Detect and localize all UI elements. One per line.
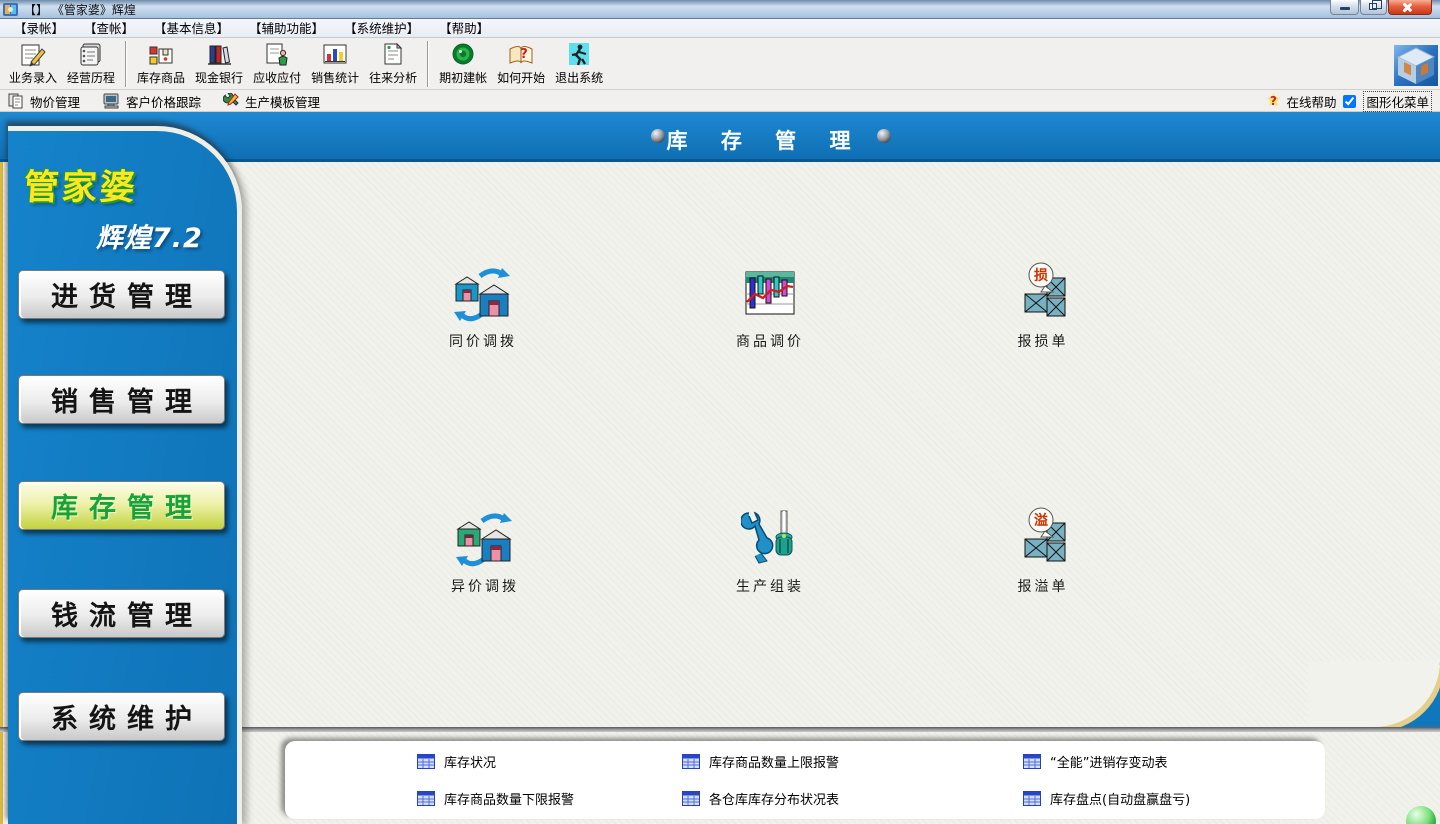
toolbar-button-history[interactable]: 经营历程: [62, 41, 120, 86]
toolbar-button-how-to-start[interactable]: ? 如何开始: [492, 41, 550, 86]
app-icon: [3, 2, 19, 17]
warehouse-transfer-diff-icon: [454, 509, 516, 569]
sidebar-item-sales-management[interactable]: 销售管理: [18, 375, 225, 424]
menu-query[interactable]: 【查帐】: [74, 17, 144, 39]
restore-button[interactable]: [1360, 0, 1387, 15]
cash-bank-icon: [205, 41, 233, 68]
svg-text:损: 损: [1034, 267, 1048, 284]
toolbar2-right-group: ? 在线帮助 图形化菜单: [1266, 91, 1432, 112]
menu-bar: 【录帐】 【查帐】 【基本信息】 【辅助功能】 【系统维护】 【帮助】: [0, 19, 1440, 38]
analysis-doc-icon: [379, 41, 407, 68]
rounded-corner-decoration: [1308, 661, 1440, 727]
sphere-icon: [877, 129, 891, 143]
pages-icon: [8, 93, 25, 109]
window-title: 【】 《管家婆》辉煌: [24, 1, 136, 18]
toolbar-button-receivable-payable[interactable]: 应收应付: [248, 41, 306, 86]
online-help-button[interactable]: ? 在线帮助: [1266, 92, 1336, 111]
toolbar-button-stock-goods[interactable]: 库存商品: [132, 41, 190, 86]
menu-system-maintain[interactable]: 【系统维护】: [334, 17, 429, 39]
function-goods-price-adjust[interactable]: 商品调价: [700, 264, 840, 351]
main-toolbar: 业务录入 经营历程 库存商品 现金银行: [0, 38, 1440, 90]
function-production-assembly[interactable]: 生产组装: [700, 509, 840, 596]
warehouse-transfer-same-icon: [452, 264, 514, 324]
loss-boxes-icon: 损: [1013, 260, 1073, 324]
function-loss-report[interactable]: 损 报损单: [973, 260, 1113, 351]
table-icon: [417, 754, 435, 769]
exit-running-icon: [565, 41, 593, 68]
svg-text:?: ?: [1270, 94, 1277, 108]
table-icon: [1023, 791, 1041, 806]
function-overflow-report[interactable]: 溢 报溢单: [973, 505, 1113, 596]
svg-text:溢: 溢: [1034, 512, 1048, 529]
tools-pencil-icon: [223, 93, 240, 109]
table-icon: [682, 791, 700, 806]
toolbar-separator: [125, 41, 127, 87]
overflow-boxes-icon: 溢: [1013, 505, 1073, 569]
receivable-payable-icon: [263, 41, 291, 68]
minimize-icon: [1340, 7, 1350, 10]
table-icon: [417, 791, 435, 806]
brand-logo-version: 辉煌7.2: [96, 216, 237, 255]
close-button[interactable]: [1388, 0, 1432, 15]
toolbar-button-production-template[interactable]: 生产模板管理: [223, 92, 320, 111]
sphere-icon: [651, 129, 665, 143]
graphic-menu-label[interactable]: 图形化菜单: [1363, 91, 1432, 112]
svg-text:?: ?: [520, 47, 528, 62]
green-sphere-icon: [1406, 806, 1436, 824]
menu-help[interactable]: 【帮助】: [429, 17, 499, 39]
window-controls: [1330, 0, 1432, 15]
graphic-menu-checkbox[interactable]: [1343, 95, 1356, 108]
secondary-toolbar: 物价管理 客户价格跟踪 生产模板管理 ? 在线帮助 图形化菜单: [0, 91, 1440, 112]
init-account-icon: [449, 41, 477, 68]
toolbar-button-business-entry[interactable]: 业务录入: [4, 41, 62, 86]
report-link-stocktaking[interactable]: 库存盘点(自动盘赢盘亏): [1023, 789, 1190, 808]
table-icon: [1023, 754, 1041, 769]
report-link-stock-status[interactable]: 库存状况: [417, 752, 496, 771]
menu-record[interactable]: 【录帐】: [4, 17, 74, 39]
page-title: 库 存 管 理: [667, 125, 864, 155]
sidebar-item-purchase-management[interactable]: 进货管理: [18, 270, 225, 319]
restore-icon: [1369, 3, 1377, 10]
cube-logo-icon: [1394, 45, 1438, 86]
app-area: 库 存 管 理: [0, 112, 1440, 824]
function-same-price-transfer[interactable]: 同价调拨: [413, 264, 553, 351]
howto-book-icon: ?: [507, 41, 535, 68]
sidebar-item-cashflow-management[interactable]: 钱流管理: [18, 589, 225, 638]
toolbar-button-exit-system[interactable]: 退出系统: [550, 41, 608, 86]
assembly-tools-icon: [741, 509, 799, 569]
report-link-allpower-change-table[interactable]: “全能”进销存变动表: [1023, 752, 1167, 771]
table-icon: [682, 754, 700, 769]
toolbar-separator: [427, 41, 429, 87]
monitor-icon: [102, 93, 121, 109]
toolbar-button-init-account[interactable]: 期初建帐: [434, 41, 492, 86]
report-link-upper-limit-alarm[interactable]: 库存商品数量上限报警: [682, 752, 839, 771]
report-panel: 库存状况 库存商品数量上限报警 “全能”进销存变动表: [285, 741, 1325, 819]
report-link-lower-limit-alarm[interactable]: 库存商品数量下限报警: [417, 789, 574, 808]
brand-logo: 管家婆 辉煌7.2: [8, 131, 237, 255]
question-help-icon: ?: [1266, 93, 1281, 109]
menu-aux-功能[interactable]: 【辅助功能】: [239, 17, 334, 39]
function-diff-price-transfer[interactable]: 异价调拨: [415, 509, 555, 596]
sales-chart-icon: [321, 41, 349, 68]
minimize-button[interactable]: [1330, 0, 1359, 15]
menu-basic-info[interactable]: 【基本信息】: [144, 17, 239, 39]
sidebar-item-inventory-management[interactable]: 库存管理: [18, 481, 225, 530]
toolbar-button-customer-price-tracking[interactable]: 客户价格跟踪: [102, 92, 201, 111]
toolbar-button-sales-stats[interactable]: 销售统计: [306, 41, 364, 86]
sidebar-item-system-maintenance[interactable]: 系统维护: [18, 692, 225, 741]
notepad-pencil-icon: [19, 41, 47, 68]
brand-logo-name: 管家婆: [22, 159, 239, 210]
report-link-warehouse-distribution[interactable]: 各仓库库存分布状况表: [682, 789, 839, 808]
stock-boxes-icon: [147, 41, 175, 68]
toolbar-button-cash-bank[interactable]: 现金银行: [190, 41, 248, 86]
price-chart-icon: [741, 264, 799, 324]
ledger-icon: [77, 41, 105, 68]
toolbar-button-contact-analysis[interactable]: 往来分析: [364, 41, 422, 86]
sidebar: 管家婆 辉煌7.2 进货管理 销售管理 库存管理 钱流管理 系统维护: [8, 126, 242, 824]
toolbar-button-price-management[interactable]: 物价管理: [8, 92, 80, 111]
